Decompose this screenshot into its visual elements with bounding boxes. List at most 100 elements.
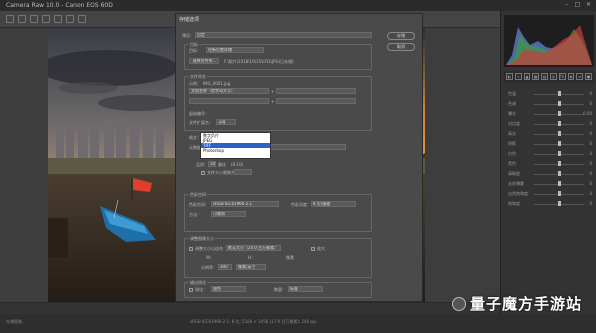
dialog-title: 存储选项 [179, 17, 200, 23]
resize-select[interactable]: 默认大小（24.0 百万像素） [226, 245, 281, 251]
title-bar: Camera Raw 10.0 - Canon EOS 60D – □ ✕ [0, 0, 596, 11]
limit-size-checkbox[interactable] [201, 171, 205, 175]
filmstrip-bar [0, 302, 500, 314]
status-bar: 存储图像... sRGB IEC61966-2.1; 8 位; 5184 × 3… [0, 314, 596, 333]
param-value: 0 [589, 171, 592, 176]
save-button[interactable]: 存储 [387, 32, 415, 40]
resize-section-label: 调整图像大小 [189, 236, 215, 242]
param-slider-row[interactable]: 清晰度 0 [504, 171, 594, 177]
param-thumb[interactable] [558, 141, 561, 146]
param-label: 色调 [508, 101, 516, 106]
intent-label: 方法： [189, 212, 201, 217]
param-value: 0 [589, 191, 592, 196]
tone-curve-tab-icon[interactable]: ∿ [514, 73, 522, 80]
filename-part-4[interactable] [276, 98, 356, 104]
plus-2: + [271, 99, 275, 104]
hand-icon[interactable] [18, 15, 26, 23]
param-value: 0 [589, 91, 592, 96]
param-thumb[interactable] [558, 181, 561, 186]
resolution-unit-select[interactable]: 像素/英寸 [236, 264, 266, 270]
targeted-adjustment-icon[interactable] [54, 15, 62, 23]
param-thumb[interactable] [558, 201, 561, 206]
cancel-button[interactable]: 取消 [387, 43, 415, 51]
detail-tab-icon[interactable]: ▲ [523, 73, 531, 80]
presets-tab-icon[interactable]: ≡ [576, 73, 584, 80]
straighten-icon[interactable] [78, 15, 86, 23]
color-space-section-label: 色彩空间 [189, 192, 207, 198]
quality-input[interactable]: 10 [208, 161, 216, 167]
resize-label: 调整大小以适合： [195, 246, 227, 251]
color-depth-select[interactable]: 8 位/通道 [311, 201, 356, 207]
resolution-input[interactable]: 300 [218, 264, 232, 270]
param-thumb[interactable] [558, 171, 561, 176]
param-label: 曝光 [508, 111, 516, 116]
intent-select[interactable]: 可感知 [211, 211, 246, 217]
color-space-label: 色彩空间： [189, 202, 209, 207]
sharpen-amount-label: 数量： [274, 287, 286, 292]
close-icon[interactable]: ✕ [585, 1, 592, 8]
start-number-label: 起始编号： [189, 111, 209, 116]
enlarge-label: 放大 [317, 246, 325, 251]
color-space-select[interactable]: sRGB IEC61966-2.1 [211, 201, 279, 207]
enlarge-checkbox[interactable] [311, 247, 315, 251]
param-thumb[interactable] [558, 91, 561, 96]
white-balance-icon[interactable] [30, 15, 38, 23]
watermark: 量子魔方手游站 [470, 295, 583, 313]
param-label: 色温 [508, 91, 516, 96]
param-slider-row[interactable]: 对比度 0 [504, 121, 594, 127]
param-thumb[interactable] [558, 161, 561, 166]
snapshots-tab-icon[interactable]: ▣ [585, 73, 592, 80]
sharpen-checkbox[interactable] [189, 288, 193, 292]
param-thumb[interactable] [558, 121, 561, 126]
param-slider-row[interactable]: 色温 0 [504, 91, 594, 97]
extension-select[interactable]: .jpg [216, 119, 236, 125]
param-slider-row[interactable]: 高光 0 [504, 131, 594, 137]
metadata-select[interactable] [266, 144, 346, 150]
select-folder-button[interactable]: 选择文件夹... [189, 58, 219, 64]
param-slider-row[interactable]: 黑色 0 [504, 161, 594, 167]
filename-part-1[interactable]: 文档名称（首字母大写） [189, 88, 269, 94]
filename-section-label: 文件命名 [189, 74, 207, 80]
crop-icon[interactable] [66, 15, 74, 23]
destination-select[interactable]: 在新位置存储 [206, 47, 264, 53]
param-slider-row[interactable]: 曝光 0.00 [504, 111, 594, 117]
param-thumb[interactable] [558, 101, 561, 106]
format-option[interactable]: Photoshop [201, 148, 270, 153]
basic-tab-icon[interactable]: ◐ [506, 73, 513, 80]
limit-size-input[interactable] [234, 169, 252, 175]
param-thumb[interactable] [558, 191, 561, 196]
zoom-icon[interactable] [6, 15, 14, 23]
minimize-icon[interactable]: – [563, 1, 570, 8]
filename-part-2[interactable] [276, 88, 356, 94]
color-sampler-icon[interactable] [42, 15, 50, 23]
effects-tab-icon[interactable]: fx [558, 73, 566, 80]
param-slider-row[interactable]: 白色 0 [504, 151, 594, 157]
param-slider-row[interactable]: 饱和度 0 [504, 201, 594, 207]
param-label: 白色 [508, 151, 516, 156]
param-value: 0 [589, 131, 592, 136]
param-thumb[interactable] [558, 131, 561, 136]
histogram [504, 15, 594, 67]
param-thumb[interactable] [558, 151, 561, 156]
resize-checkbox[interactable] [189, 247, 193, 251]
preset-select[interactable]: 自定 [195, 32, 372, 38]
maximize-icon[interactable]: □ [574, 1, 581, 8]
sharpen-amount-select[interactable]: 标准 [288, 286, 323, 292]
param-slider-row[interactable]: 阴影 0 [504, 141, 594, 147]
filename-part-3[interactable] [189, 98, 269, 104]
calibration-tab-icon[interactable]: ◈ [567, 73, 575, 80]
param-thumb[interactable] [558, 111, 561, 116]
hsl-tab-icon[interactable]: ▦ [532, 73, 540, 80]
param-slider-row[interactable]: 色调 0 [504, 101, 594, 107]
sharpen-target-select[interactable]: 滤色 [211, 286, 246, 292]
param-slider-row[interactable]: 自然饱和度 0 [504, 191, 594, 197]
split-tone-tab-icon[interactable]: ▤ [541, 73, 548, 80]
quality-text: 最佳 [218, 162, 226, 167]
param-value: 0 [589, 151, 592, 156]
lens-tab-icon[interactable]: ◎ [549, 73, 557, 80]
param-slider-row[interactable]: 去除薄雾 0 [504, 181, 594, 187]
workflow-options-link[interactable]: sRGB IEC61966-2.1; 8 位; 5184 × 3456 (17.… [190, 319, 317, 325]
sharpen-section-label: 输出锐化 [189, 280, 207, 286]
example-label: 示例： [189, 81, 201, 86]
height-label: H： [248, 255, 256, 260]
